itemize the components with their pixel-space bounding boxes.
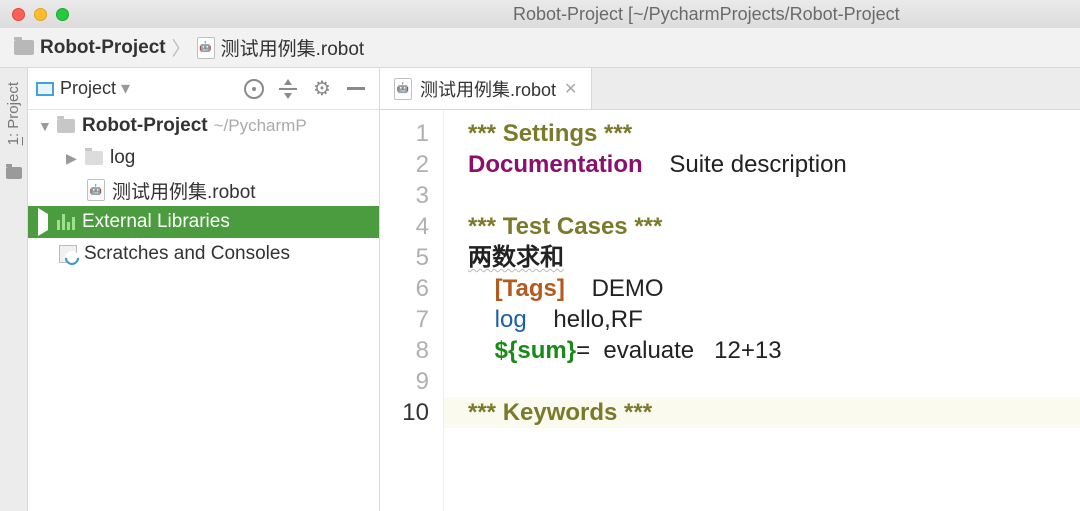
minimize-window-button[interactable] xyxy=(34,8,47,21)
code-token: *** Settings *** xyxy=(468,120,632,147)
sidebar-header: Project ▾ xyxy=(28,68,379,110)
settings-button[interactable] xyxy=(307,74,337,104)
robot-file-icon xyxy=(394,78,412,100)
code-token: } xyxy=(567,337,576,364)
robot-file-icon xyxy=(87,179,105,201)
expand-arrow-icon[interactable] xyxy=(38,214,50,230)
expand-arrow-icon[interactable]: ▶ xyxy=(66,150,78,167)
tree-label: Scratches and Consoles xyxy=(84,243,290,265)
tree-path: ~/PycharmP xyxy=(214,116,307,136)
zoom-window-button[interactable] xyxy=(56,8,69,21)
code-token: log xyxy=(495,306,527,333)
tree-item-log[interactable]: ▶ log xyxy=(28,142,379,174)
folder-icon xyxy=(85,151,103,165)
close-icon[interactable]: ✕ xyxy=(564,79,577,99)
folder-icon xyxy=(57,119,75,133)
folder-icon xyxy=(14,40,34,55)
line-number: 4 xyxy=(380,211,429,242)
code-token: Documentation xyxy=(468,151,643,178)
locate-button[interactable] xyxy=(239,74,269,104)
breadcrumb-separator-icon: 〉 xyxy=(172,34,191,61)
expand-arrow-icon[interactable]: ▼ xyxy=(38,118,50,134)
tree-label: Robot-Project xyxy=(82,115,208,137)
code-editor[interactable]: 1 2 3 4 5 6 7 8 9 10 *** Settings *** Do… xyxy=(380,110,1080,511)
code-token: ${ xyxy=(495,337,518,364)
project-sidebar: Project ▾ ▼ Robot-Project ~/PycharmP ▶ l… xyxy=(28,68,380,511)
code-token: hello,RF xyxy=(527,306,643,333)
code-token xyxy=(468,337,495,364)
tree-label: 测试用例集.robot xyxy=(112,177,256,204)
title-bar: Robot-Project [~/PycharmProjects/Robot-P… xyxy=(0,0,1080,28)
window-title: Robot-Project [~/PycharmProjects/Robot-P… xyxy=(513,4,1053,25)
collapse-button[interactable] xyxy=(273,74,303,104)
tree-item-scratches[interactable]: Scratches and Consoles xyxy=(28,238,379,270)
line-number: 6 xyxy=(380,273,429,304)
project-tree: ▼ Robot-Project ~/PycharmP ▶ log 测试用例集.r… xyxy=(28,110,379,270)
code-content[interactable]: *** Settings *** Documentation Suite des… xyxy=(444,110,1080,511)
robot-file-icon xyxy=(197,37,215,59)
line-number: 10 xyxy=(380,397,429,428)
line-number: 7 xyxy=(380,304,429,335)
editor-area: 测试用例集.robot ✕ 1 2 3 4 5 6 7 8 9 10 *** S… xyxy=(380,68,1080,511)
tree-item-external-libraries[interactable]: External Libraries xyxy=(28,206,379,238)
code-token: [Tags] xyxy=(495,275,565,302)
code-token xyxy=(468,275,495,302)
line-number: 9 xyxy=(380,366,429,397)
code-token: *** Keywords *** xyxy=(468,399,652,426)
code-token xyxy=(468,306,495,333)
scratches-icon xyxy=(59,245,77,263)
tool-window-bar: 1: Project xyxy=(0,68,28,511)
line-number: 3 xyxy=(380,180,429,211)
line-gutter: 1 2 3 4 5 6 7 8 9 10 xyxy=(380,110,444,511)
project-tool-button[interactable]: 1: Project xyxy=(5,76,22,151)
breadcrumb-file[interactable]: 测试用例集.robot xyxy=(221,34,365,61)
code-token: sum xyxy=(517,337,566,364)
line-number: 2 xyxy=(380,149,429,180)
code-token: = evaluate 12+13 xyxy=(576,337,782,364)
breadcrumb: Robot-Project 〉 测试用例集.robot xyxy=(0,28,1080,68)
tree-label: log xyxy=(110,147,135,169)
tab-label: 测试用例集.robot xyxy=(420,76,556,102)
breadcrumb-project[interactable]: Robot-Project xyxy=(40,37,166,59)
tree-label: External Libraries xyxy=(82,211,230,233)
code-token: Suite description xyxy=(643,151,847,178)
line-number: 1 xyxy=(380,118,429,149)
project-view-icon xyxy=(36,82,54,96)
hide-button[interactable] xyxy=(341,74,371,104)
code-token: 两数求和 xyxy=(468,244,564,271)
line-number: 5 xyxy=(380,242,429,273)
close-window-button[interactable] xyxy=(12,8,25,21)
code-token: *** Test Cases *** xyxy=(468,213,662,240)
tree-root[interactable]: ▼ Robot-Project ~/PycharmP xyxy=(28,110,379,142)
sidebar-title[interactable]: Project ▾ xyxy=(60,78,130,99)
tree-item-file[interactable]: 测试用例集.robot xyxy=(28,174,379,206)
window-controls xyxy=(12,8,69,21)
line-number: 8 xyxy=(380,335,429,366)
editor-tabs: 测试用例集.robot ✕ xyxy=(380,68,1080,110)
structure-tool-icon[interactable] xyxy=(6,167,22,179)
code-token: DEMO xyxy=(565,275,664,302)
tab-active[interactable]: 测试用例集.robot ✕ xyxy=(380,68,592,109)
library-icon xyxy=(57,214,75,230)
